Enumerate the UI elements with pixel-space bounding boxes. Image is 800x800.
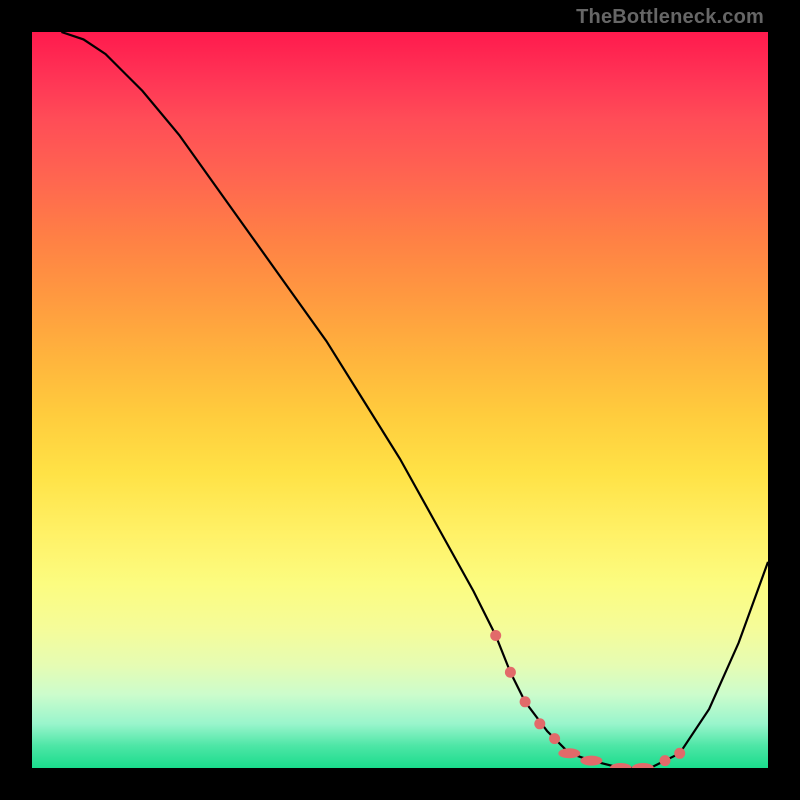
marker-dot — [534, 718, 545, 729]
marker-dot — [660, 755, 671, 766]
plot-area — [32, 32, 768, 768]
bottleneck-curve — [61, 32, 768, 768]
marker-dot — [490, 630, 501, 641]
highlight-markers — [490, 630, 685, 768]
marker-pill — [632, 763, 654, 768]
chart-frame: TheBottleneck.com — [0, 0, 800, 800]
marker-dot — [520, 696, 531, 707]
marker-dot — [674, 748, 685, 759]
marker-pill — [558, 748, 580, 758]
marker-dot — [549, 733, 560, 744]
curve-svg — [32, 32, 768, 768]
watermark-text: TheBottleneck.com — [576, 6, 764, 29]
marker-pill — [610, 763, 632, 768]
marker-pill — [580, 756, 602, 766]
marker-dot — [505, 667, 516, 678]
